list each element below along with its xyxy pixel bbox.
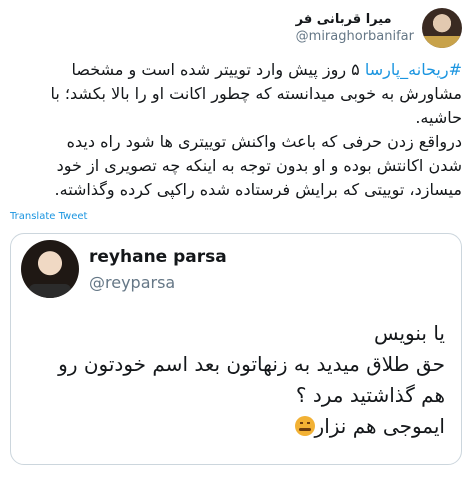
quoted-text-line: یا بنویس	[373, 321, 445, 345]
tweet-text-line: #ریحانه_پارسا ۵ روز پیش وارد توییتر شده …	[10, 58, 462, 82]
quoted-text-line: هم گذاشتید مرد ؟	[295, 383, 445, 407]
quoted-handle[interactable]: @reyparsa	[89, 273, 227, 292]
quoted-text-segment: ایموجی هم نزار	[314, 414, 445, 438]
tweet-text-line: حاشیه.	[415, 108, 462, 127]
translate-tweet-link[interactable]: Translate Tweet	[10, 211, 87, 222]
tired-face-emoji-icon	[294, 416, 315, 436]
avatar[interactable]	[422, 8, 462, 48]
tweet-text-line: شدن اکانتش بوده و او بدون توجه به اینکه …	[56, 156, 462, 175]
quoted-author[interactable]: reyhane parsa @reyparsa	[21, 240, 227, 298]
tweet-text-line: مشاورش به خوبی میدانسته که چطور اکانت او…	[50, 84, 462, 103]
tweet-text: #ریحانه_پارسا ۵ روز پیش وارد توییتر شده …	[10, 58, 462, 202]
quoted-tweet-text: یا بنویس حق طلاق میدید به زنهاتون بعد اس…	[25, 318, 445, 442]
quoted-display-name[interactable]: reyhane parsa	[89, 247, 227, 267]
quoted-author-names: reyhane parsa @reyparsa	[89, 247, 227, 292]
quoted-text-line: حق طلاق میدید به زنهاتون بعد اسم خودتون …	[58, 352, 445, 376]
quoted-tweet-card[interactable]: reyhane parsa @reyparsa یا بنویس حق طلاق…	[10, 233, 462, 465]
author-names: میرا قربانی فر @miraghorbanifar	[296, 12, 414, 44]
tweet-text-segment: ۵ روز پیش وارد توییتر شده است و مشخصا	[71, 60, 365, 79]
tweet-author[interactable]: میرا قربانی فر @miraghorbanifar	[296, 8, 462, 48]
author-display-name[interactable]: میرا قربانی فر	[296, 12, 392, 27]
tweet-text-line: درواقع زدن حرفی که باعث واکنش توییتری ها…	[66, 132, 462, 151]
tweet-text-line: میسازد، توییتی که برایش فرستاده شده راکپ…	[54, 180, 462, 199]
quoted-text-line: ایموجی هم نزار	[25, 411, 445, 442]
quoted-avatar[interactable]	[21, 240, 79, 298]
author-handle[interactable]: @miraghorbanifar	[296, 29, 414, 44]
hashtag-link[interactable]: #ریحانه_پارسا	[365, 60, 462, 79]
